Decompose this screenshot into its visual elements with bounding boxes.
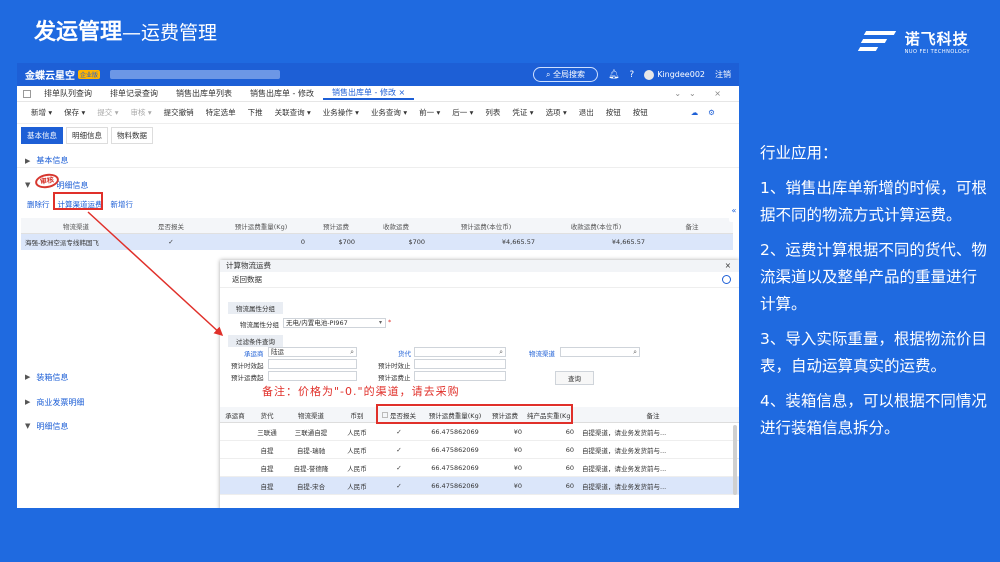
side-point-1: 1、销售出库单新增的时候，可根据不同的物流方式计算运费。	[760, 179, 987, 224]
side-point-3: 3、导入实际重量，根据物流价目表，自动运算真实的运费。	[760, 330, 987, 375]
side-heading: 行业应用：	[760, 144, 838, 162]
side-point-2: 2、运费计算根据不同的货代、物流渠道以及整单产品的重量进行计算。	[760, 241, 987, 313]
side-panel-toggle-icon[interactable]: «	[729, 200, 739, 222]
side-notes: 行业应用： 1、销售出库单新增的时候，可根据不同的物流方式计算运费。 2、运费计…	[760, 140, 990, 450]
side-point-4: 4、装箱信息，可以根据不同情况进行装箱信息拆分。	[760, 392, 987, 437]
